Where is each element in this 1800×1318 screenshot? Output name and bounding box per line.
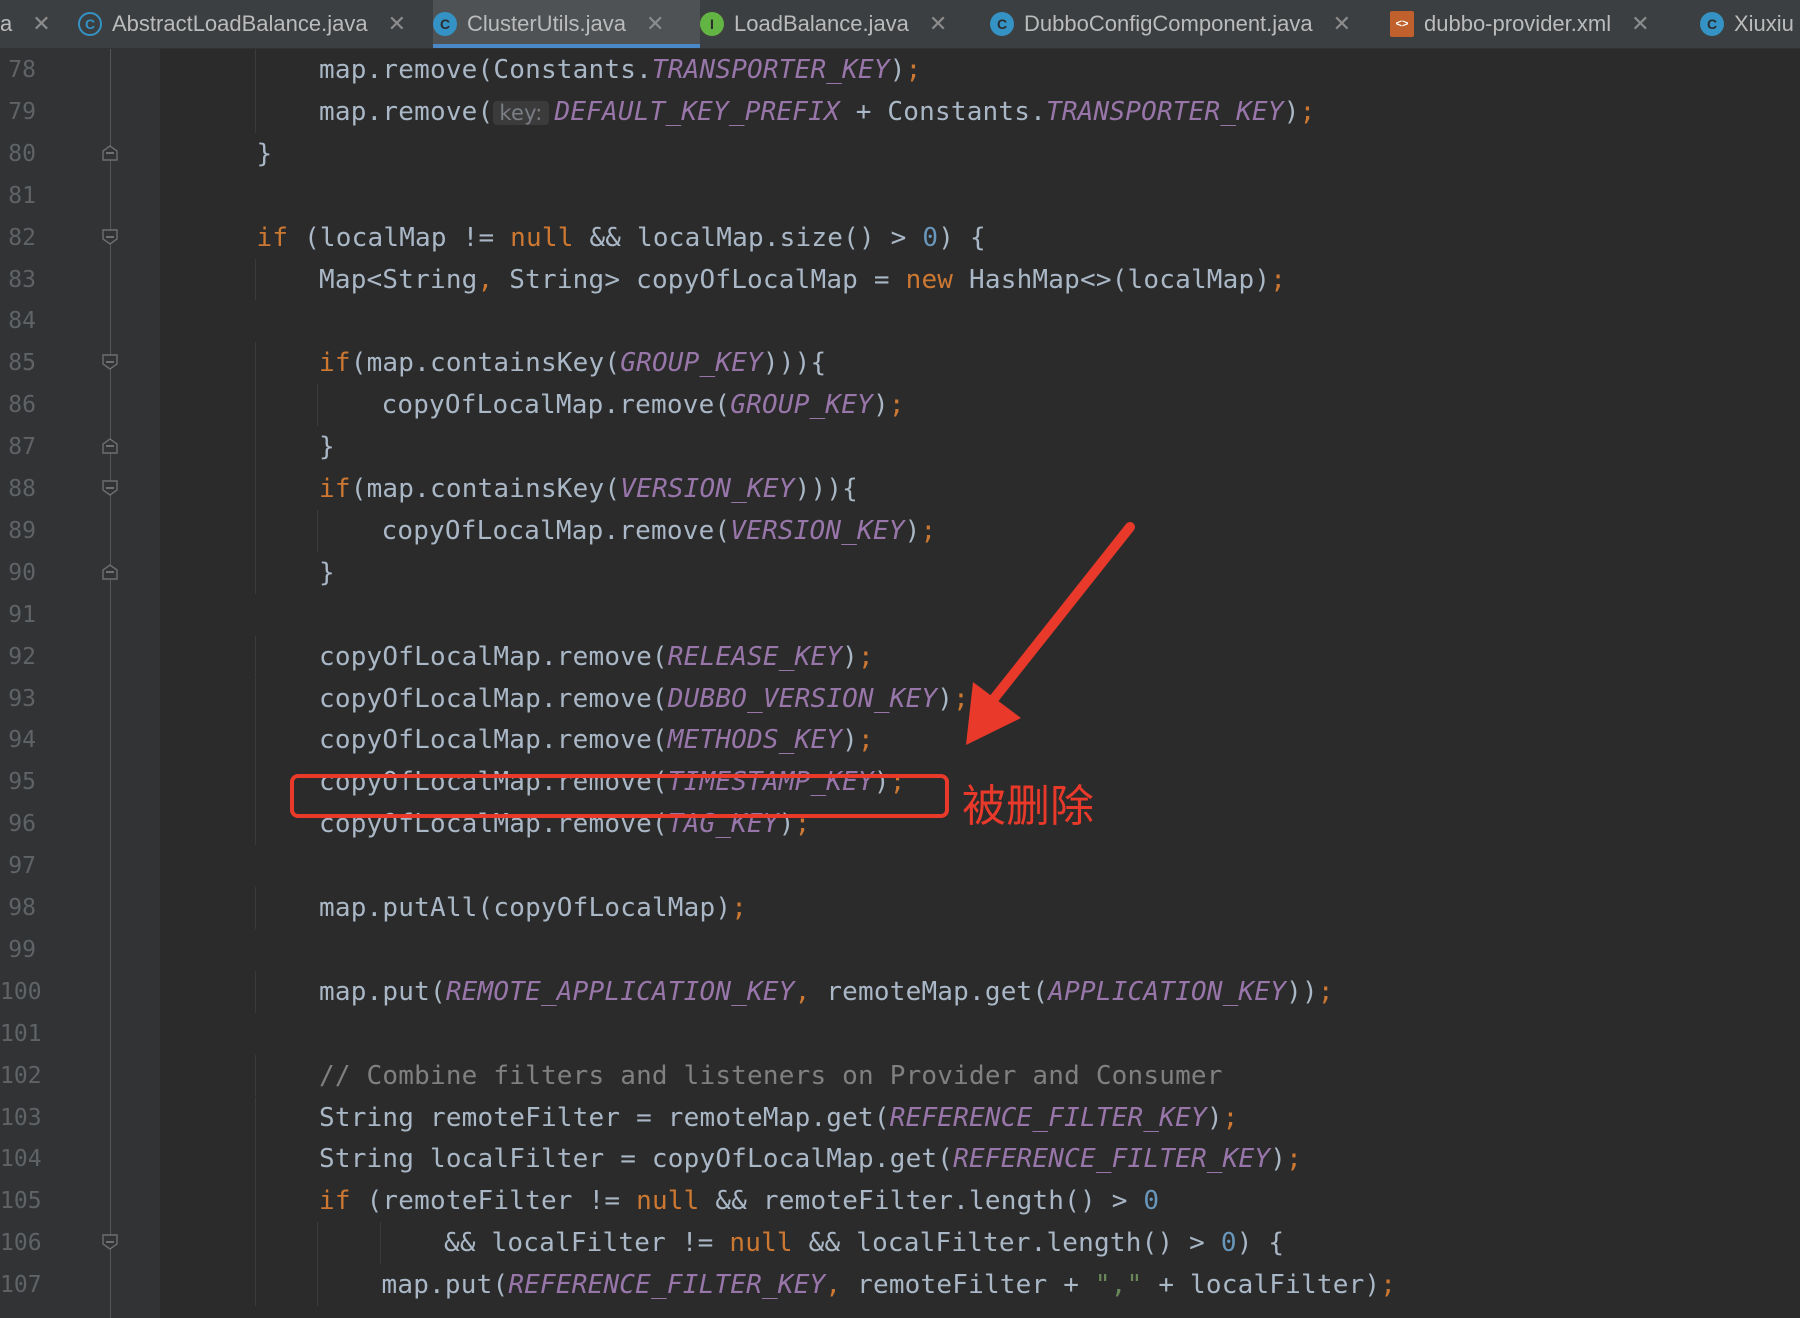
annotation-label: 被删除: [962, 781, 1094, 832]
red-arrow-icon: [966, 522, 1135, 745]
